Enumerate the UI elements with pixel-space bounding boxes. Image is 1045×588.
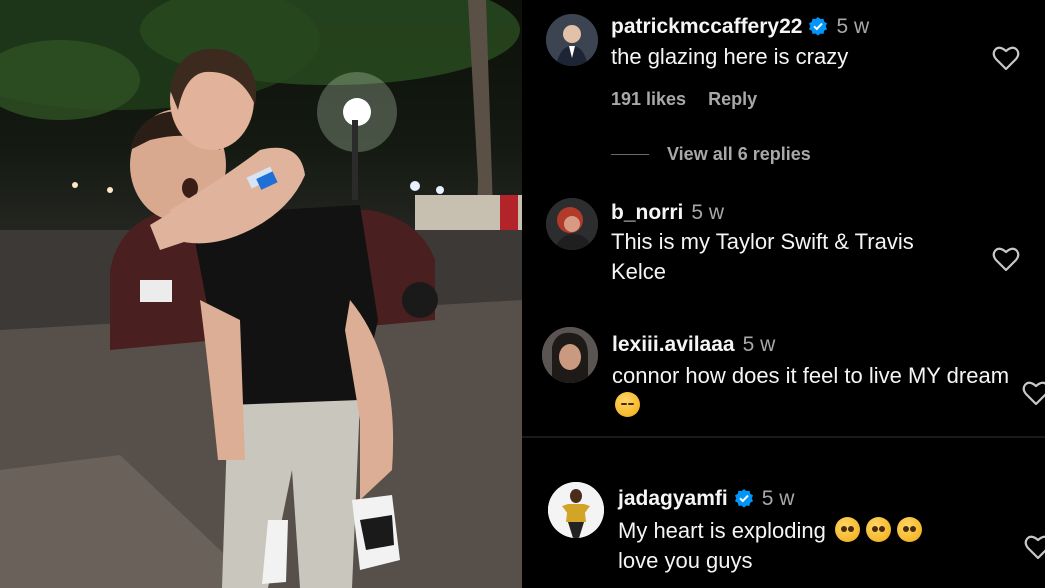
like-heart-icon[interactable]	[992, 45, 1020, 71]
verified-badge-icon	[734, 489, 753, 508]
username-text[interactable]: jadagyamfi	[618, 487, 728, 510]
post-photo	[0, 0, 522, 588]
username-text[interactable]: lexiii.avilaaa	[612, 333, 735, 356]
comment-meta: 191 likes Reply	[611, 89, 779, 110]
comment-time: 5 w	[761, 487, 795, 510]
comment-text: connor how does it feel to live MY dream	[612, 361, 1012, 421]
replies-divider	[611, 154, 649, 155]
comment-username[interactable]: jadagyamfi 5 w	[618, 487, 794, 511]
username-text[interactable]: b_norri	[611, 201, 683, 224]
avatar-suit-man-icon	[546, 14, 598, 66]
comment-username[interactable]: patrickmccaffery22 5 w	[611, 15, 869, 39]
comment-text: the glazing here is crazy	[611, 44, 849, 69]
like-heart-icon[interactable]	[992, 246, 1020, 272]
comment-username[interactable]: b_norri 5 w	[611, 201, 724, 225]
like-heart-icon[interactable]	[1024, 534, 1045, 560]
pleading-face-emoji-icon	[897, 517, 923, 542]
comment-text-body: connor how does it feel to live MY dream	[612, 363, 1010, 388]
comment-item: lexiii.avilaaa 5 w connor how does it fee…	[522, 320, 1045, 435]
likes-count[interactable]: 191 likes	[611, 89, 686, 109]
comment-time: 5 w	[836, 15, 870, 38]
photo-illustration	[0, 0, 522, 588]
avatar[interactable]	[546, 14, 598, 66]
comment-time: 5 w	[742, 333, 776, 356]
verified-badge-icon	[809, 17, 828, 36]
comment-time: 5 w	[691, 201, 725, 224]
avatar[interactable]	[546, 198, 598, 250]
comment-item: jadagyamfi 5 w My heart is exploding love…	[522, 470, 1045, 588]
username-text[interactable]: patrickmccaffery22	[611, 15, 802, 38]
comments-panel: patrickmccaffery22 5 w the glazing here i…	[522, 0, 1045, 588]
comment-text-line1: My heart is exploding	[618, 518, 826, 543]
avatar-gold-outfit-icon	[548, 482, 604, 538]
avatar-red-hair-icon	[546, 198, 598, 250]
pleading-face-emoji-icon	[866, 517, 892, 542]
relieved-face-emoji-icon	[615, 392, 640, 417]
comment-text: This is my Taylor Swift & Travis Kelce	[611, 229, 914, 284]
comment-text: My heart is exploding love you guys	[618, 516, 1018, 576]
view-replies-button[interactable]: View all 6 replies	[667, 144, 811, 165]
avatar[interactable]	[548, 482, 604, 538]
pleading-face-emoji-icon	[835, 517, 861, 542]
comment-item: b_norri 5 w This is my Taylor Swift & Tra…	[522, 190, 1045, 310]
avatar-selfie-icon	[542, 327, 598, 383]
comment-username[interactable]: lexiii.avilaaa 5 w	[612, 333, 775, 357]
like-heart-icon[interactable]	[1022, 380, 1045, 406]
comment-text-line2: love you guys	[618, 548, 753, 573]
reply-button[interactable]: Reply	[708, 89, 757, 109]
comment-item: patrickmccaffery22 5 w the glazing here i…	[522, 0, 1045, 180]
section-divider	[522, 436, 1045, 438]
avatar[interactable]	[542, 327, 598, 383]
